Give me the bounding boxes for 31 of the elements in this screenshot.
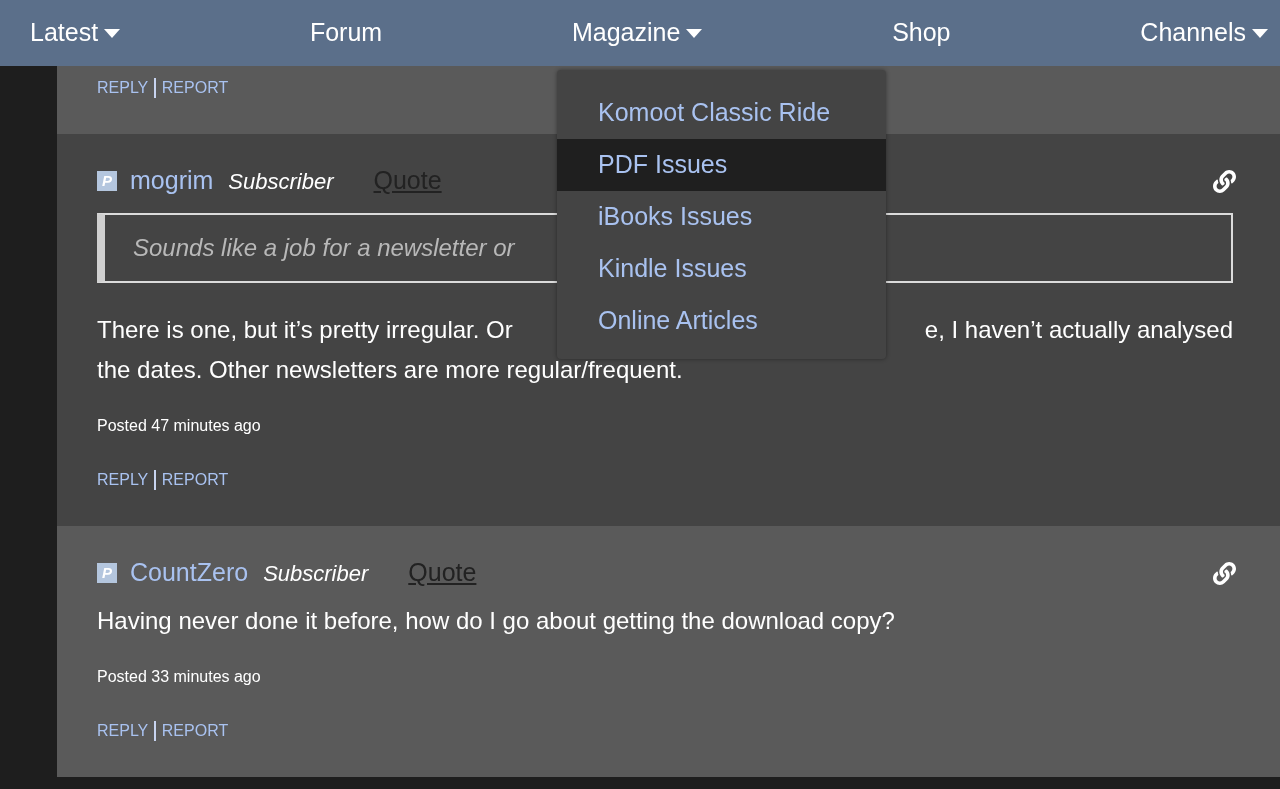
menu-item[interactable]: Kindle Issues [557, 243, 886, 295]
action-link[interactable]: REPLY [97, 721, 149, 741]
comment-text: There is one, but it’s pretty irregular. Or [97, 315, 513, 345]
badge: P [97, 563, 117, 583]
action-link[interactable]: REPORT [161, 78, 229, 98]
comment-text: Having never done it before, how do I go about getting the download copy? [97, 606, 895, 636]
action-link[interactable]: REPORT [161, 721, 229, 741]
menu-item[interactable]: PDF Issues [557, 139, 886, 191]
action-link[interactable]: REPORT [161, 470, 229, 490]
menu-item[interactable]: Online Articles [557, 295, 886, 347]
comment-text: e, I haven’t actually analysed [924, 315, 1233, 345]
link-icon[interactable] [1213, 561, 1236, 585]
action-link[interactable]: REPLY [97, 470, 149, 490]
role-label: Subscriber [263, 559, 369, 588]
author-link[interactable]: mogrim [130, 162, 214, 200]
quoted-text: Sounds like a job for a newsletter or [133, 233, 515, 263]
nav-link[interactable]: Channels [1140, 14, 1268, 52]
posted-time: Posted 33 minutes ago [97, 667, 262, 687]
posted-time: Posted 47 minutes ago [97, 416, 262, 436]
role-label: Subscriber [228, 167, 334, 196]
author-link[interactable]: CountZero [130, 554, 249, 592]
badge: P [97, 171, 117, 191]
comment-text: the dates. Other newsletters are more regular/frequent. [97, 355, 683, 385]
nav-link[interactable]: Latest [30, 14, 121, 52]
nav-link[interactable]: Forum [309, 14, 383, 52]
action-link[interactable]: REPLY [97, 78, 149, 98]
nav-link[interactable]: Shop [892, 14, 951, 52]
nav-link[interactable]: Magazine [571, 14, 703, 52]
link-icon[interactable] [1213, 169, 1236, 193]
menu-item[interactable]: Komoot Classic Ride [557, 87, 886, 139]
menu-item[interactable]: iBooks Issues [557, 191, 886, 243]
